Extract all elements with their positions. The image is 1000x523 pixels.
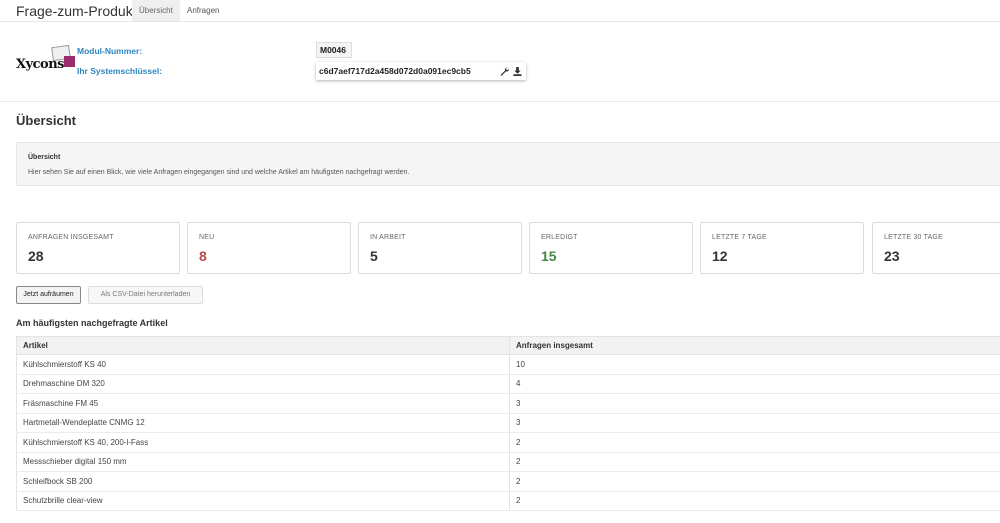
stat-card-total: ANFRAGEN INSGESAMT 28 xyxy=(16,222,180,274)
count-cell: 3 xyxy=(509,413,1000,433)
table-row: Hartmetall-Wendeplatte CNMG 12 3 xyxy=(16,413,1000,433)
stat-label: ERLEDIGT xyxy=(541,234,578,241)
article-cell: Kühlschmierstoff KS 40, 200-l-Fass xyxy=(16,432,510,453)
stat-value: 28 xyxy=(28,248,44,264)
wrench-icon[interactable] xyxy=(499,62,510,80)
count-cell: 2 xyxy=(509,452,1000,472)
stat-value: 15 xyxy=(541,248,557,264)
xycons-logo: Xycons xyxy=(16,44,78,76)
system-key-label: Ihr Systemschlüssel: xyxy=(77,66,163,76)
count-cell: 2 xyxy=(509,432,1000,453)
stat-label: LETZTE 7 TAGE xyxy=(712,234,767,241)
table-row: Messschieber digital 150 mm 2 xyxy=(16,452,1000,472)
article-cell: Messschieber digital 150 mm xyxy=(16,452,510,472)
count-cell: 2 xyxy=(509,491,1000,511)
stat-card-done: ERLEDIGT 15 xyxy=(529,222,693,274)
page-title: Übersicht xyxy=(16,113,76,128)
article-cell: Drehmaschine DM 320 xyxy=(16,374,510,394)
table-row: Kühlschmierstoff KS 40 10 xyxy=(16,354,1000,375)
stat-value: 5 xyxy=(370,248,378,264)
article-cell: Hartmetall-Wendeplatte CNMG 12 xyxy=(16,413,510,433)
stat-label: LETZTE 30 TAGE xyxy=(884,234,943,241)
system-key-value: c6d7aef717d2a458d072d0a091ec9cb5 xyxy=(319,66,471,76)
module-number-value: M0046 xyxy=(316,42,352,58)
table-row: Fräsmaschine FM 45 3 xyxy=(16,393,1000,414)
stat-value: 23 xyxy=(884,248,900,264)
stat-label: ANFRAGEN INSGESAMT xyxy=(28,234,114,241)
system-key-field: c6d7aef717d2a458d072d0a091ec9cb5 xyxy=(316,62,526,80)
top-articles-title: Am häufigsten nachgefragte Artikel xyxy=(16,318,168,328)
count-cell: 2 xyxy=(509,471,1000,492)
column-header-article: Artikel xyxy=(16,336,510,355)
module-info: Xycons Modul-Nummer: Ihr Systemschlüssel… xyxy=(0,22,1000,102)
table-row: Schutzbrille clear-view 2 xyxy=(16,491,1000,511)
module-number-label: Modul-Nummer: xyxy=(77,46,143,56)
stat-card-new: NEU 8 xyxy=(187,222,351,274)
stat-card-last-7-days: LETZTE 7 TAGE 12 xyxy=(700,222,864,274)
top-articles-table: Artikel Anfragen insgesamt Kühlschmierst… xyxy=(16,336,1000,511)
stat-value: 12 xyxy=(712,248,728,264)
article-cell: Schleifbock SB 200 xyxy=(16,471,510,492)
column-header-requests: Anfragen insgesamt xyxy=(509,336,1000,355)
info-panel-title: Übersicht xyxy=(28,154,61,161)
download-icon[interactable] xyxy=(512,62,523,80)
stat-card-last-30-days: LETZTE 30 TAGE 23 xyxy=(872,222,1000,274)
logo-text: Xycons xyxy=(16,57,65,72)
stat-label: NEU xyxy=(199,234,215,241)
article-cell: Fräsmaschine FM 45 xyxy=(16,393,510,414)
stat-card-in-progress: IN ARBEIT 5 xyxy=(358,222,522,274)
logo-accent-shape xyxy=(64,56,75,67)
info-panel-text: Hier sehen Sie auf einen Blick, wie viel… xyxy=(28,169,410,176)
csv-download-button[interactable]: Als CSV-Datei herunterladen xyxy=(88,286,203,304)
table-row: Kühlschmierstoff KS 40, 200-l-Fass 2 xyxy=(16,432,1000,453)
article-cell: Kühlschmierstoff KS 40 xyxy=(16,354,510,375)
article-cell: Schutzbrille clear-view xyxy=(16,491,510,511)
tab-uebersicht[interactable]: Übersicht xyxy=(132,0,180,21)
app-title: Frage-zum-Produkt xyxy=(16,3,137,19)
stat-value: 8 xyxy=(199,248,207,264)
count-cell: 3 xyxy=(509,393,1000,414)
info-panel: Übersicht Hier sehen Sie auf einen Blick… xyxy=(16,142,1000,186)
clean-up-button[interactable]: Jetzt aufräumen xyxy=(16,286,81,304)
table-header-row: Artikel Anfragen insgesamt xyxy=(16,336,1000,355)
top-bar: Frage-zum-Produkt Übersicht Anfragen xyxy=(0,0,1000,22)
stat-label: IN ARBEIT xyxy=(370,234,406,241)
tab-anfragen[interactable]: Anfragen xyxy=(180,0,226,21)
count-cell: 10 xyxy=(509,354,1000,375)
table-row: Drehmaschine DM 320 4 xyxy=(16,374,1000,394)
count-cell: 4 xyxy=(509,374,1000,394)
table-row: Schleifbock SB 200 2 xyxy=(16,471,1000,492)
